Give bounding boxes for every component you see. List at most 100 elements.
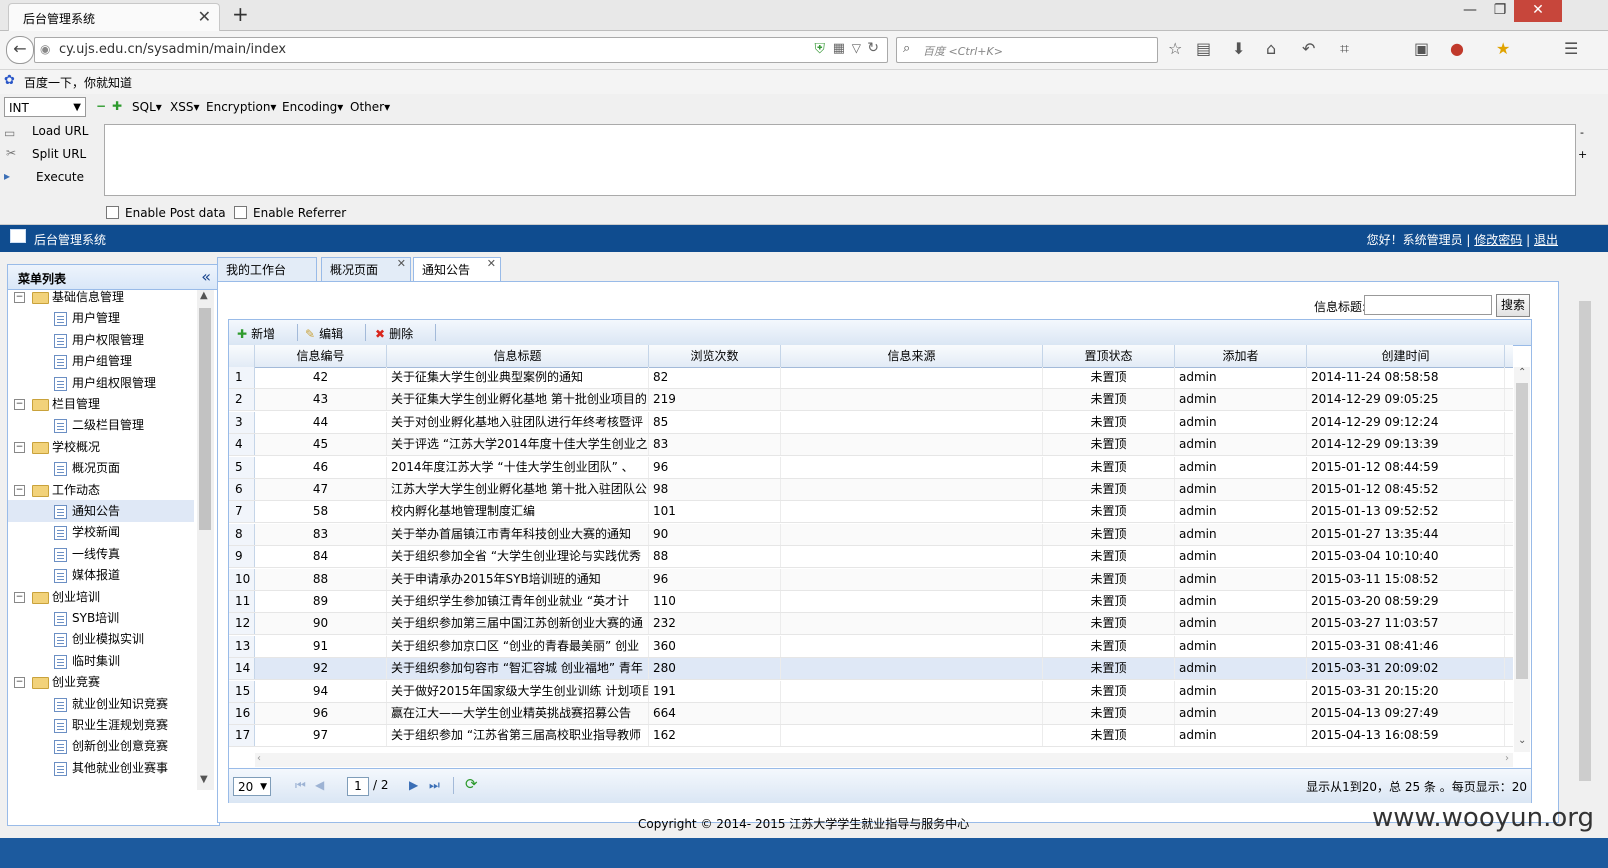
maximize-icon[interactable]: ❐ bbox=[1488, 0, 1512, 22]
tree-item[interactable]: 临时集训 bbox=[8, 650, 194, 672]
table-row[interactable]: 1 42 关于征集大学生创业典型案例的通知 82 未置顶 admin 2014-11-24 … bbox=[229, 367, 1513, 389]
table-row[interactable]: 9 84 关于组织参加全省 “大学生创业理论与实践优秀 88 未置顶 admin 2015-… bbox=[229, 546, 1513, 569]
grid-horizontal-scrollbar[interactable]: ‹ › bbox=[255, 753, 1513, 767]
table-row[interactable]: 8 83 关于举办首届镇江市青年科技创业大赛的通知 90 未置顶 admin 2015-01… bbox=[229, 523, 1513, 546]
column-header-source[interactable]: 信息来源 bbox=[781, 345, 1043, 367]
refresh-icon[interactable]: ⟳ bbox=[465, 775, 478, 793]
tree-item[interactable]: 用户管理 bbox=[8, 307, 194, 329]
collapse-toggle-icon[interactable]: − bbox=[14, 484, 25, 496]
table-row[interactable]: 2 43 关于征集大学生创业孵化基地 第十批创业项目的 219 未置顶 admin 2014… bbox=[229, 389, 1513, 412]
tab-notices[interactable]: 通知公告 ✕ bbox=[413, 257, 501, 281]
table-row[interactable]: 12 90 关于组织参加第三届中国江苏创新创业大赛的通 232 未置顶 admin 2015… bbox=[229, 613, 1513, 636]
table-row[interactable]: 10 88 关于申请承办2015年SYB培训班的通知 96 未置顶 admin 2015-0… bbox=[229, 568, 1513, 591]
home-icon[interactable]: ⌂ bbox=[1266, 39, 1276, 58]
tree-item[interactable]: 就业创业知识竞赛 bbox=[8, 693, 194, 715]
reading-list-icon[interactable]: ▤ bbox=[1196, 39, 1211, 58]
tree-item[interactable]: SYB培训 bbox=[8, 607, 194, 629]
other-menu[interactable]: Other▾ bbox=[350, 100, 390, 114]
tree-item[interactable]: 概况页面 bbox=[8, 457, 194, 479]
change-password-link[interactable]: 修改密码 bbox=[1474, 233, 1522, 247]
menu-icon[interactable]: ☰ bbox=[1564, 39, 1578, 58]
sidebar-scrollbar[interactable]: ▲ ▼ bbox=[197, 290, 214, 790]
execute-button[interactable]: Execute bbox=[36, 170, 84, 184]
reload-icon[interactable]: ↻ bbox=[867, 40, 879, 56]
table-row[interactable]: 15 94 关于做好2015年国家级大学生创业训练 计划项目 191 未置顶 admin 2… bbox=[229, 680, 1513, 703]
qr-code-icon[interactable]: ▦ bbox=[833, 41, 845, 56]
new-tab-icon[interactable]: + bbox=[232, 2, 249, 26]
url-bar[interactable]: ◉ cy.ujs.edu.cn/sysadmin/main/index ⛨ ▦ … bbox=[34, 37, 888, 63]
tree-item[interactable]: 媒体报道 bbox=[8, 564, 194, 586]
column-header-title[interactable]: 信息标题 bbox=[387, 345, 649, 367]
last-page-icon[interactable]: ⏭ bbox=[429, 778, 440, 793]
encoding-menu[interactable]: Encoding▾ bbox=[282, 100, 343, 114]
hackbar-textarea[interactable] bbox=[104, 124, 1576, 196]
favorite-extension-icon[interactable]: ★ bbox=[1496, 39, 1510, 58]
tree-group[interactable]: − 栏目管理 bbox=[8, 393, 194, 415]
scroll-up-icon[interactable]: ⌃ bbox=[1518, 367, 1526, 378]
type-select[interactable]: INT ▼ bbox=[4, 97, 86, 117]
table-row[interactable]: 6 47 江苏大学大学生创业孵化基地 第十批入驻团队公 98 未置顶 admin 2015-… bbox=[229, 479, 1513, 501]
back-icon[interactable]: ← bbox=[6, 36, 34, 64]
grid-vertical-scrollbar[interactable]: ⌃ ⌄ bbox=[1514, 367, 1530, 752]
tree-group[interactable]: − 学校概况 bbox=[8, 436, 194, 458]
tree-item[interactable]: 职业生涯规划竞赛 bbox=[8, 714, 194, 736]
star-icon[interactable]: ☆ bbox=[1168, 39, 1182, 58]
tree-item[interactable]: 创新创业创意竞赛 bbox=[8, 735, 194, 757]
column-header-views[interactable]: 浏览次数 bbox=[649, 345, 781, 367]
collapse-toggle-icon[interactable]: − bbox=[14, 292, 25, 303]
close-window-icon[interactable]: ✕ bbox=[1514, 0, 1562, 22]
page-scrollbar[interactable] bbox=[1578, 281, 1592, 821]
scroll-thumb[interactable] bbox=[1516, 383, 1528, 679]
load-url-button[interactable]: Load URL bbox=[32, 124, 88, 138]
title-search-input[interactable] bbox=[1364, 295, 1492, 315]
first-page-icon[interactable]: ⏮ bbox=[295, 778, 306, 793]
table-row[interactable]: 17 97 关于组织参加 “江苏省第三届高校职业指导教师 162 未置顶 admin 201… bbox=[229, 725, 1513, 748]
column-header-author[interactable]: 添加者 bbox=[1175, 345, 1307, 367]
prev-page-icon[interactable]: ◀ bbox=[315, 778, 324, 792]
edit-button[interactable]: ✎ 编辑 bbox=[305, 325, 343, 342]
enable-referrer-checkbox[interactable]: Enable Referrer bbox=[234, 206, 346, 220]
search-button[interactable]: 搜索 bbox=[1496, 294, 1530, 317]
dropdown-icon[interactable]: ▽ bbox=[852, 41, 861, 55]
enable-post-checkbox[interactable]: Enable Post data bbox=[106, 206, 226, 220]
crop-icon[interactable]: ⌗ bbox=[1340, 39, 1349, 59]
collapse-icon[interactable]: « bbox=[201, 267, 211, 286]
collapse-toggle-icon[interactable]: − bbox=[14, 441, 25, 453]
tree-item[interactable]: 二级栏目管理 bbox=[8, 414, 194, 436]
next-page-icon[interactable]: ▶ bbox=[409, 778, 418, 792]
shrink-icon[interactable]: - bbox=[1580, 126, 1584, 139]
xss-menu[interactable]: XSS▾ bbox=[170, 100, 199, 114]
add-button[interactable]: ✚ 新增 bbox=[237, 325, 275, 342]
logout-link[interactable]: 退出 bbox=[1534, 233, 1558, 247]
tree-item[interactable]: 通知公告 bbox=[8, 500, 194, 522]
close-icon[interactable]: ✕ bbox=[397, 252, 406, 276]
page-number-input[interactable]: 1 bbox=[347, 777, 369, 796]
collapse-toggle-icon[interactable]: − bbox=[14, 677, 25, 689]
site-info-icon[interactable]: ◉ bbox=[40, 42, 50, 56]
tree-group[interactable]: − 创业培训 bbox=[8, 586, 194, 608]
tree-item[interactable]: 用户组权限管理 bbox=[8, 372, 194, 394]
tree-item[interactable]: 学校新闻 bbox=[8, 521, 194, 543]
sql-menu[interactable]: SQL▾ bbox=[132, 100, 162, 114]
tree-item[interactable]: 创业模拟实训 bbox=[8, 628, 194, 650]
delete-button[interactable]: ✖ 删除 bbox=[375, 325, 413, 342]
scroll-thumb[interactable] bbox=[1579, 301, 1591, 781]
extension-icon[interactable]: ● bbox=[1450, 39, 1464, 58]
table-row[interactable]: 3 44 关于对创业孵化基地入驻团队进行年终考核暨评 85 未置顶 admin 2014-1… bbox=[229, 411, 1513, 434]
page-size-select[interactable]: 20 ▼ bbox=[233, 777, 271, 796]
search-bar[interactable]: ⌕ 百度 <Ctrl+K> bbox=[896, 37, 1158, 63]
close-icon[interactable]: ✕ bbox=[487, 252, 496, 276]
tree-group[interactable]: − 创业竞赛 bbox=[8, 671, 194, 693]
column-header-created[interactable]: 创建时间 bbox=[1307, 345, 1505, 367]
expand-icon[interactable]: + bbox=[1578, 148, 1587, 161]
table-row[interactable]: 4 45 关于评选 “江苏大学2014年度十佳大学生创业之 83 未置顶 admin 201… bbox=[229, 434, 1513, 457]
collapse-toggle-icon[interactable]: − bbox=[14, 399, 25, 410]
tree-group[interactable]: − 基础信息管理 bbox=[8, 286, 194, 308]
table-row[interactable]: 7 58 校内孵化基地管理制度汇编 101 未置顶 admin 2015-01-13 09:… bbox=[229, 501, 1513, 524]
plus-icon[interactable]: ✚ bbox=[112, 99, 122, 113]
minus-icon[interactable]: − bbox=[96, 99, 106, 113]
column-header-pinned[interactable]: 置顶状态 bbox=[1043, 345, 1175, 367]
shield-icon[interactable]: ⛨ bbox=[815, 41, 826, 57]
tree-item[interactable]: 用户权限管理 bbox=[8, 329, 194, 351]
table-row[interactable]: 14 92 关于组织参加句容市 “智汇容城 创业福地” 青年 280 未置顶 admin 2… bbox=[229, 658, 1513, 681]
